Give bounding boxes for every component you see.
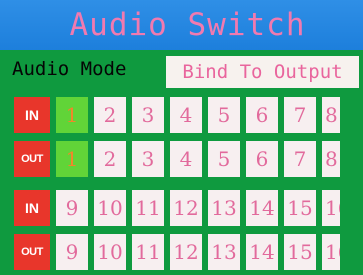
in-tag: IN (14, 190, 50, 226)
input-button-13[interactable]: 13 (208, 190, 240, 226)
output-row-9-16: OUT 9 10 11 12 13 14 15 16 (14, 234, 340, 270)
output-button-13[interactable]: 13 (208, 234, 240, 270)
input-button-6[interactable]: 6 (246, 97, 278, 133)
output-button-3[interactable]: 3 (132, 141, 164, 177)
out-tag: OUT (14, 234, 50, 270)
input-button-3[interactable]: 3 (132, 97, 164, 133)
output-row-1-8: OUT 1 2 3 4 5 6 7 8 (14, 141, 340, 177)
input-button-8[interactable]: 8 (322, 97, 340, 133)
in-tag: IN (14, 97, 50, 133)
output-button-11[interactable]: 11 (132, 234, 164, 270)
input-button-15[interactable]: 15 (284, 190, 316, 226)
input-button-7[interactable]: 7 (284, 97, 316, 133)
input-button-10[interactable]: 10 (94, 190, 126, 226)
input-button-5[interactable]: 5 (208, 97, 240, 133)
input-button-4[interactable]: 4 (170, 97, 202, 133)
audio-mode-label: Audio Mode (12, 58, 127, 80)
input-button-12[interactable]: 12 (170, 190, 202, 226)
output-button-10[interactable]: 10 (94, 234, 126, 270)
output-button-16[interactable]: 16 (322, 234, 340, 270)
output-button-1[interactable]: 1 (56, 141, 88, 177)
output-button-15[interactable]: 15 (284, 234, 316, 270)
output-button-8[interactable]: 8 (322, 141, 340, 177)
output-button-12[interactable]: 12 (170, 234, 202, 270)
title-bar: Audio Switch (0, 0, 363, 50)
input-row-1-8: IN 1 2 3 4 5 6 7 8 (14, 97, 340, 133)
output-button-2[interactable]: 2 (94, 141, 126, 177)
output-button-7[interactable]: 7 (284, 141, 316, 177)
output-button-9[interactable]: 9 (56, 234, 88, 270)
input-button-16[interactable]: 16 (322, 190, 340, 226)
audio-switch-screen: Audio Switch Audio Mode Bind To Output I… (0, 0, 363, 275)
input-button-11[interactable]: 11 (132, 190, 164, 226)
output-button-6[interactable]: 6 (246, 141, 278, 177)
output-button-14[interactable]: 14 (246, 234, 278, 270)
input-button-2[interactable]: 2 (94, 97, 126, 133)
input-button-1[interactable]: 1 (56, 97, 88, 133)
input-button-9[interactable]: 9 (56, 190, 88, 226)
audio-mode-value[interactable]: Bind To Output (166, 56, 359, 88)
output-button-4[interactable]: 4 (170, 141, 202, 177)
input-button-14[interactable]: 14 (246, 190, 278, 226)
output-button-5[interactable]: 5 (208, 141, 240, 177)
out-tag: OUT (14, 141, 50, 177)
input-row-9-16: IN 9 10 11 12 13 14 15 16 (14, 190, 340, 226)
screen-title: Audio Switch (69, 7, 306, 43)
